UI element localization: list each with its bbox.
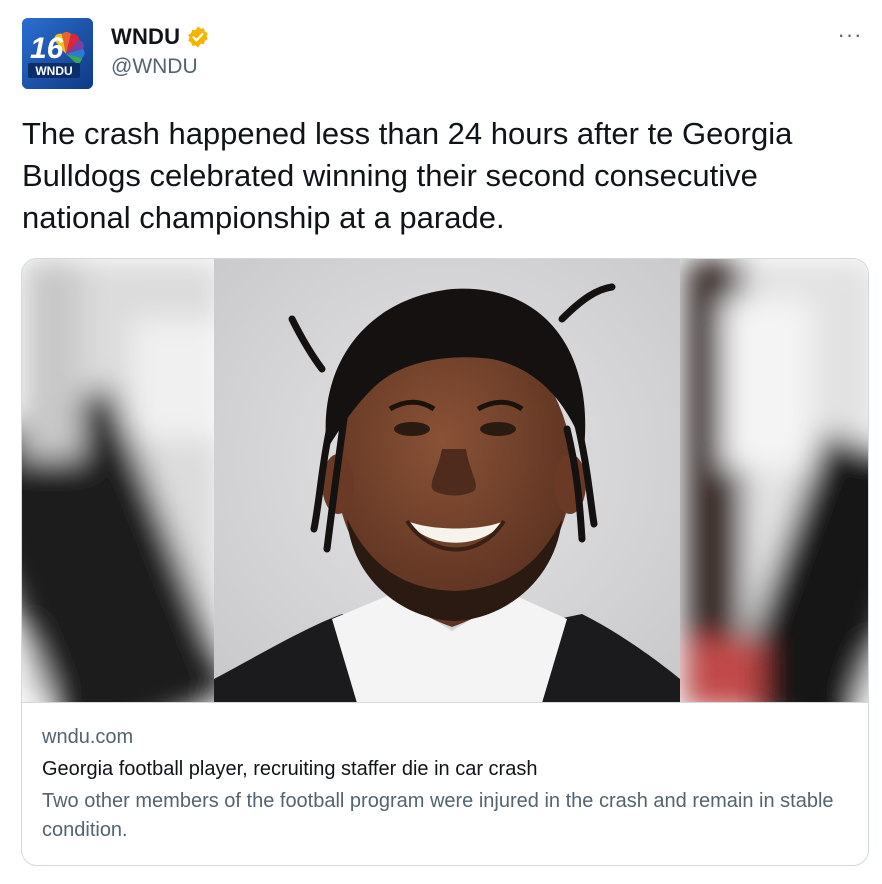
display-name[interactable]: WNDU (111, 24, 180, 50)
user-handle[interactable]: @WNDU (111, 55, 210, 79)
link-card[interactable]: wndu.com Georgia football player, recrui… (21, 258, 869, 866)
card-description: Two other members of the football progra… (42, 790, 834, 841)
author-info: WNDU @WNDU (111, 22, 210, 79)
verified-badge-icon (186, 25, 210, 49)
card-title[interactable]: Georgia football player, recruiting staf… (42, 755, 852, 783)
card-body[interactable]: wndu.com Georgia football player, recrui… (42, 723, 852, 845)
svg-text:WNDU: WNDU (35, 64, 72, 78)
player-photo (22, 259, 868, 703)
avatar[interactable]: 16 WNDU (22, 18, 93, 89)
card-image[interactable] (22, 259, 868, 703)
card-divider (22, 702, 868, 703)
wndu-logo-icon: 16 WNDU (22, 18, 93, 89)
tweet-header: 16 WNDU WNDU @WNDU ··· (22, 18, 866, 90)
more-options-icon[interactable]: ··· (836, 22, 864, 47)
tweet-text: The crash happened less than 24 hours af… (22, 116, 793, 235)
card-domain: wndu.com (42, 726, 134, 748)
svg-text:16: 16 (30, 32, 64, 65)
